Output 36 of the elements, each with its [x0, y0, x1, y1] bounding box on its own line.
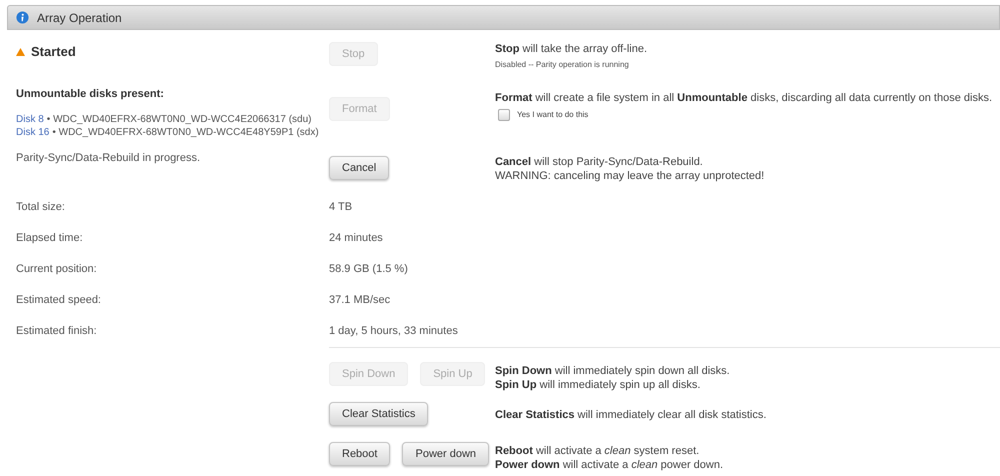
action-button[interactable]: Power down: [402, 442, 490, 466]
description-text: Format will create a file system in all Unmountable disks, discarding all data currently on those disks.: [495, 91, 994, 105]
checkbox[interactable]: [498, 109, 510, 121]
stat-value: 24 minutes: [329, 232, 384, 244]
description-text: Stop will take the array off-line.: [495, 42, 648, 56]
stat-label: Estimated finish:: [16, 325, 98, 337]
stat-value: 4 TB: [329, 201, 354, 213]
stat-value: 1 day, 5 hours, 33 minutes: [329, 325, 459, 337]
array-status: Started: [31, 44, 76, 59]
disk-name: • WDC_WD40EFRX-68WT0N0_WD-WCC4E48Y59P1 (sdx): [52, 126, 319, 139]
description-text: Cancel will stop Parity-Sync/Data-Rebuild.: [495, 155, 704, 169]
stat-value: 58.9 GB (1.5 %): [329, 263, 409, 275]
info-icon: [16, 11, 29, 24]
disk-link[interactable]: Disk 16: [16, 126, 50, 139]
disks-heading: Unmountable disks present:: [16, 88, 165, 100]
stat-label: Elapsed time:: [16, 232, 84, 244]
disabled-note: Disabled -- Parity operation is running: [495, 59, 630, 71]
description-text: Power down will activate a clean power down.: [495, 458, 724, 472]
description-text: Spin Up will immediately spin up all disks.: [495, 378, 702, 392]
warning-triangle-icon: [16, 48, 25, 56]
description-text: Reboot will activate a clean system reset.: [495, 444, 700, 458]
progress-text: Parity-Sync/Data-Rebuild in progress.: [16, 152, 202, 164]
description-text: WARNING: canceling may leave the array unprotected!: [495, 169, 766, 183]
action-button[interactable]: Reboot: [329, 442, 390, 466]
stat-value: 37.1 MB/sec: [329, 294, 392, 306]
disk-name: • WDC_WD40EFRX-68WT0N0_WD-WCC4E2066317 (sdu): [46, 113, 312, 126]
action-button[interactable]: Cancel: [329, 156, 390, 180]
action-button[interactable]: Clear Statistics: [329, 402, 428, 426]
description-text: Spin Down will immediately spin down all disks.: [495, 364, 731, 378]
panel-title: Array Operation: [37, 10, 122, 24]
stat-label: Estimated speed:: [16, 294, 102, 306]
stat-label: Current position:: [16, 263, 98, 275]
description-text: Clear Statistics will immediately clear all disk statistics.: [495, 408, 768, 422]
disk-link[interactable]: Disk 8: [16, 113, 44, 126]
checkbox-label: Yes I want to do this: [517, 109, 588, 121]
stat-label: Total size:: [16, 201, 66, 213]
